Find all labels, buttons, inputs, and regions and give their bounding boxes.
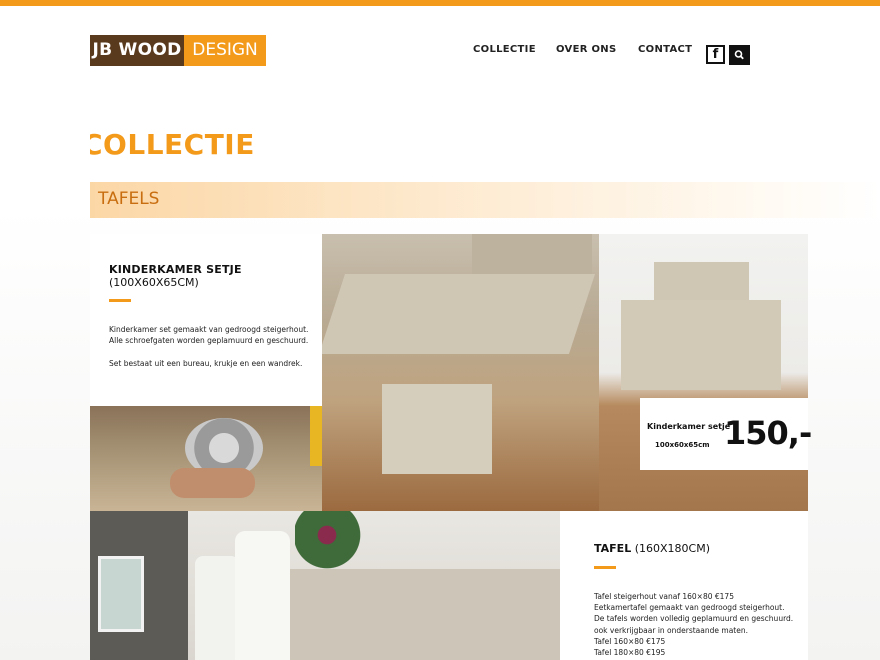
logo[interactable]: JB WOOD DESIGN: [90, 35, 266, 66]
nav-collectie[interactable]: COLLECTIE: [473, 44, 536, 55]
product-description-line: Alle schroefgaten worden geplamuurd en g…: [109, 336, 309, 345]
accent-divider: [109, 299, 131, 302]
flowers: [295, 511, 375, 571]
product-dimensions: (100X60X65CM): [109, 276, 199, 289]
search-icon[interactable]: [729, 45, 750, 65]
desk-top: [322, 274, 595, 354]
product-title-dimensions: (160X180CM): [631, 542, 710, 555]
hand: [170, 468, 255, 498]
stool: [382, 384, 492, 474]
product-card-tafel: TAFEL (160X180CM) Tafel steigerhout vana…: [560, 511, 808, 660]
accent-divider: [594, 566, 616, 569]
photo-miter-saw[interactable]: [90, 406, 322, 511]
table: [290, 569, 560, 660]
product-title-bold: TAFEL: [594, 542, 632, 555]
price-card-size: 100x60x65cm: [655, 441, 710, 449]
magnifier-glyph: [734, 50, 744, 60]
product-description-line: Set bestaat uit een bureau, krukje en ee…: [109, 359, 303, 368]
product-title: TAFEL (160X180CM): [594, 542, 710, 555]
price-card-price: 150,-: [724, 414, 812, 452]
description-line: Tafel 160×80 €175: [594, 636, 666, 646]
description-line: Eetkamertafel gemaakt van gedroogd steig…: [594, 603, 785, 613]
facebook-icon[interactable]: f: [706, 45, 725, 64]
description-line: De tafels worden volledig geplamuurd en …: [594, 614, 794, 624]
description-line: Tafel 180×80 €195: [594, 648, 666, 658]
nav-contact[interactable]: CONTACT: [638, 44, 692, 55]
desk: [621, 300, 781, 390]
section-title: TAFELS: [98, 189, 160, 209]
price-card-name: Kinderkamer setje: [647, 422, 731, 431]
logo-text-design: DESIGN: [184, 35, 266, 66]
description-line: ook verkrijgbaar in onderstaande maten.: [594, 625, 748, 635]
nav-over-ons[interactable]: OVER ONS: [556, 44, 616, 55]
product-description: Tafel steigerhout vanaf 160×80 €175 Eetk…: [594, 591, 793, 658]
photo-dining-table[interactable]: [90, 511, 560, 660]
page-title: COLLECTIE: [90, 128, 255, 161]
saw-body: [310, 406, 322, 466]
price-card: Kinderkamer setje 100x60x65cm 150,-: [640, 398, 812, 470]
window: [98, 556, 144, 632]
logo-text-brand: JB WOOD: [90, 35, 184, 66]
product-title: KINDERKAMER SETJE: [109, 263, 242, 276]
section-band: TAFELS: [90, 182, 880, 218]
description-line: Tafel steigerhout vanaf 160×80 €175: [594, 592, 734, 601]
product-card-kinderkamer: KINDERKAMER SETJE (100X60X65CM) Kinderka…: [90, 234, 322, 406]
photo-desk-stool[interactable]: [322, 234, 599, 511]
chair: [235, 531, 290, 660]
chair: [195, 556, 239, 660]
product-description-line: Kinderkamer set gemaakt van gedroogd ste…: [109, 325, 309, 334]
